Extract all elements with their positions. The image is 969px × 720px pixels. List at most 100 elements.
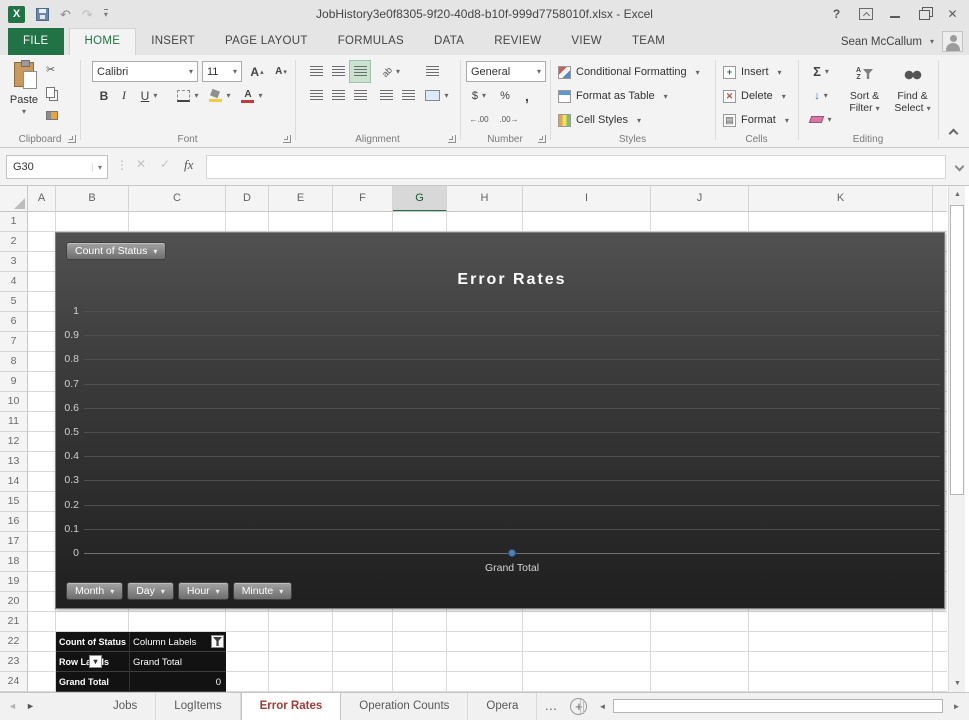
row-header-24[interactable]: 24 (0, 672, 27, 692)
scroll-down-icon[interactable]: ▼ (949, 675, 966, 692)
enter-icon[interactable]: ✓ (160, 157, 170, 171)
scroll-right-icon[interactable]: ► (948, 698, 965, 715)
pivot-grand-total-column-header[interactable]: Grand Total (129, 652, 226, 672)
percent-style-button[interactable]: % (496, 85, 514, 106)
ribbon-tab-home[interactable]: HOME (69, 28, 137, 55)
format-painter-button[interactable] (46, 107, 58, 123)
font-dialog-launcher-icon[interactable] (283, 135, 291, 143)
column-header-I[interactable]: I (523, 186, 651, 212)
row-header-2[interactable]: 2 (0, 232, 27, 252)
row-header-12[interactable]: 12 (0, 432, 27, 452)
scroll-left-icon[interactable]: ◄ (594, 698, 611, 715)
row-header-3[interactable]: 3 (0, 252, 27, 272)
paste-button[interactable]: Paste ▾ (6, 60, 42, 144)
decrease-indent-button[interactable] (376, 85, 396, 106)
name-box[interactable]: G30 (6, 155, 108, 179)
autosum-button[interactable]: Σ (806, 61, 836, 82)
sheet-tab-logitems[interactable]: LogItems (156, 693, 240, 720)
align-left-button[interactable] (306, 85, 326, 106)
wrap-text-button[interactable] (420, 61, 444, 82)
row-header-13[interactable]: 13 (0, 452, 27, 472)
sheet-tab-jobs[interactable]: Jobs (95, 693, 156, 720)
middle-align-button[interactable] (328, 61, 348, 82)
column-header-J[interactable]: J (651, 186, 749, 212)
minimize-button[interactable] (880, 0, 909, 28)
vertical-scroll-thumb[interactable] (950, 205, 964, 495)
find-select-button[interactable]: Find & Select (890, 59, 935, 143)
column-labels-filter-button[interactable] (211, 635, 224, 648)
scroll-up-icon[interactable]: ▲ (949, 186, 966, 203)
increase-font-size-button[interactable]: A▴ (246, 61, 268, 82)
row-header-9[interactable]: 9 (0, 372, 27, 392)
row-header-17[interactable]: 17 (0, 532, 27, 552)
cell-styles-button[interactable]: Cell Styles (558, 111, 641, 129)
new-sheet-button[interactable]: + (570, 698, 587, 715)
alignment-dialog-launcher-icon[interactable] (448, 135, 456, 143)
row-header-10[interactable]: 10 (0, 392, 27, 412)
formula-input[interactable] (206, 155, 946, 179)
ribbon-tab-insert[interactable]: INSERT (136, 28, 210, 55)
vertical-scrollbar[interactable]: ▲ ▼ (948, 186, 965, 692)
increase-decimal-button[interactable]: ←.00 (466, 109, 492, 130)
column-header-E[interactable]: E (269, 186, 333, 212)
row-header-21[interactable]: 21 (0, 612, 27, 632)
row-header-23[interactable]: 23 (0, 652, 27, 672)
close-button[interactable]: ✕ (938, 0, 967, 28)
ribbon-tab-view[interactable]: VIEW (556, 28, 617, 55)
format-cells-button[interactable]: ▤Format (723, 111, 789, 129)
row-header-16[interactable]: 16 (0, 512, 27, 532)
row-header-20[interactable]: 20 (0, 592, 27, 612)
column-header-D[interactable]: D (226, 186, 269, 212)
row-header-8[interactable]: 8 (0, 352, 27, 372)
row-header-18[interactable]: 18 (0, 552, 27, 572)
bold-button[interactable]: B (96, 85, 112, 106)
more-sheets-icon[interactable]: … (537, 693, 564, 720)
chart-value-field-button[interactable]: Count of Status (66, 242, 166, 260)
borders-button[interactable] (174, 85, 202, 106)
number-dialog-launcher-icon[interactable] (538, 135, 546, 143)
top-align-button[interactable] (306, 61, 326, 82)
user-avatar-icon[interactable] (942, 31, 963, 52)
customize-quick-access-icon[interactable]: ▾ (104, 9, 108, 19)
sheet-tab-error-rates[interactable]: Error Rates (241, 693, 342, 720)
undo-icon[interactable]: ↶ (60, 8, 71, 21)
pivot-row-labels-cell[interactable]: Row Labels ▾ (56, 652, 129, 672)
chart-field-button-minute[interactable]: Minute (233, 582, 293, 600)
sheet-nav-right-icon[interactable]: ► (26, 693, 35, 720)
worksheet-grid[interactable]: Count of Status Error Rates 10.90.80.70.… (28, 212, 947, 692)
row-header-14[interactable]: 14 (0, 472, 27, 492)
copy-button[interactable] (46, 84, 58, 100)
accounting-format-button[interactable]: $ (466, 85, 492, 106)
merge-center-button[interactable] (420, 85, 454, 106)
cut-button[interactable]: ✂ (46, 61, 58, 77)
column-header-A[interactable]: A (28, 186, 56, 212)
chart-field-button-month[interactable]: Month (66, 582, 123, 600)
horizontal-scrollbar[interactable]: ◄ ► (594, 698, 965, 715)
row-labels-dropdown-button[interactable]: ▾ (89, 655, 102, 668)
ribbon-tab-data[interactable]: DATA (419, 28, 479, 55)
clipboard-dialog-launcher-icon[interactable] (68, 135, 76, 143)
sort-filter-button[interactable]: AZ Sort & Filter (842, 59, 887, 143)
row-header-1[interactable]: 1 (0, 212, 27, 232)
delete-cells-button[interactable]: ✕Delete (723, 87, 786, 105)
redo-icon[interactable]: ↷ (82, 8, 93, 21)
column-header-K[interactable]: K (749, 186, 933, 212)
cancel-icon[interactable]: ✕ (136, 157, 146, 171)
tab-split-handle[interactable] (580, 699, 584, 714)
expand-formula-bar-icon[interactable] (955, 162, 965, 172)
ribbon-tab-formulas[interactable]: FORMULAS (323, 28, 419, 55)
excel-app-icon[interactable]: X (8, 6, 25, 23)
chart-field-button-hour[interactable]: Hour (178, 582, 229, 600)
collapse-ribbon-icon[interactable] (949, 129, 959, 139)
chart-data-point[interactable] (508, 549, 516, 557)
format-as-table-button[interactable]: Format as Table (558, 87, 668, 105)
decrease-decimal-button[interactable]: .00→ (496, 109, 522, 130)
fill-button[interactable]: ↓ (806, 85, 836, 106)
column-header-F[interactable]: F (333, 186, 393, 212)
column-header-G[interactable]: G (393, 186, 447, 212)
decrease-font-size-button[interactable]: A▾ (270, 61, 292, 82)
row-header-11[interactable]: 11 (0, 412, 27, 432)
number-format-combo[interactable]: General (466, 61, 546, 82)
orientation-button[interactable]: ab (376, 61, 406, 82)
column-header-H[interactable]: H (447, 186, 523, 212)
